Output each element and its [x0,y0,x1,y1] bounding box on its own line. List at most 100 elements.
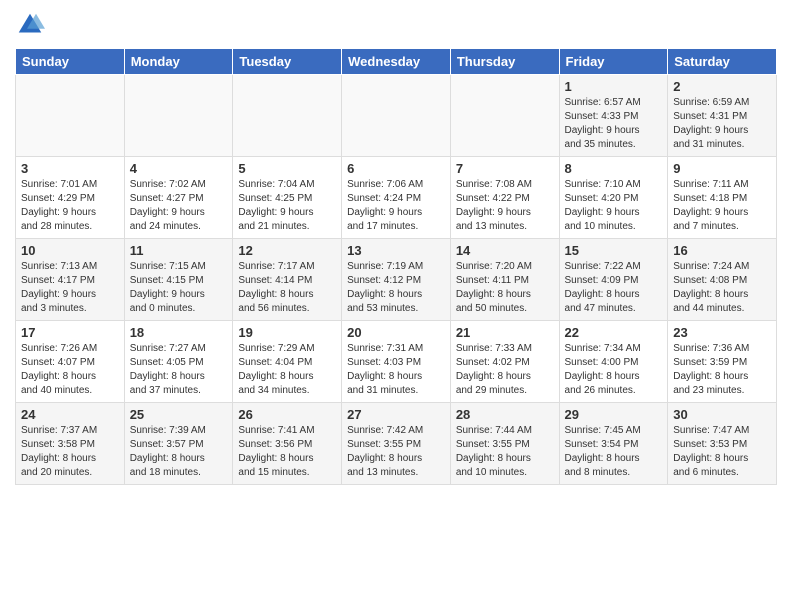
day-info: Sunrise: 7:20 AM Sunset: 4:11 PM Dayligh… [456,260,554,316]
calendar-cell: 16 Sunrise: 7:24 AM Sunset: 4:08 PM Dayli… [668,239,777,321]
day-number: 12 [238,243,336,258]
day-number: 22 [565,325,663,340]
calendar-cell: 18Sunrise: 7:27 AM Sunset: 4:05 PM Dayli… [124,321,233,403]
weekday-header: Thursday [450,49,559,75]
day-info: Sunrise: 7:47 AM Sunset: 3:53 PM Dayligh… [673,424,771,480]
day-number: 14 [456,243,554,258]
calendar-cell: 5 Sunrise: 7:04 AM Sunset: 4:25 PM Daylig… [233,157,342,239]
calendar-week-row: 17Sunrise: 7:26 AM Sunset: 4:07 PM Dayli… [16,321,777,403]
calendar-cell: 9 Sunrise: 7:11 AM Sunset: 4:18 PM Daylig… [668,157,777,239]
day-info: Sunrise: 7:45 AM Sunset: 3:54 PM Dayligh… [565,424,663,480]
calendar-cell: 30 Sunrise: 7:47 AM Sunset: 3:53 PM Dayli… [668,403,777,485]
calendar-cell: 1Sunrise: 6:57 AM Sunset: 4:33 PM Daylig… [559,75,668,157]
calendar-cell: 12Sunrise: 7:17 AM Sunset: 4:14 PM Dayli… [233,239,342,321]
calendar-cell: 6 Sunrise: 7:06 AM Sunset: 4:24 PM Daylig… [342,157,451,239]
calendar-cell: 19 Sunrise: 7:29 AM Sunset: 4:04 PM Dayli… [233,321,342,403]
day-info: Sunrise: 7:13 AM Sunset: 4:17 PM Dayligh… [21,260,119,316]
logo-icon [15,10,45,40]
day-info: Sunrise: 7:33 AM Sunset: 4:02 PM Dayligh… [456,342,554,398]
day-info: Sunrise: 7:02 AM Sunset: 4:27 PM Dayligh… [130,178,228,234]
page-container: SundayMondayTuesdayWednesdayThursdayFrid… [0,0,792,490]
day-info: Sunrise: 7:39 AM Sunset: 3:57 PM Dayligh… [130,424,228,480]
calendar-cell: 8 Sunrise: 7:10 AM Sunset: 4:20 PM Daylig… [559,157,668,239]
day-number: 5 [238,161,336,176]
weekday-header: Friday [559,49,668,75]
day-number: 23 [673,325,771,340]
weekday-header: Sunday [16,49,125,75]
day-number: 8 [565,161,663,176]
day-info: Sunrise: 7:08 AM Sunset: 4:22 PM Dayligh… [456,178,554,234]
day-number: 17 [21,325,119,340]
calendar-week-row: 10Sunrise: 7:13 AM Sunset: 4:17 PM Dayli… [16,239,777,321]
calendar-cell: 14 Sunrise: 7:20 AM Sunset: 4:11 PM Dayli… [450,239,559,321]
weekday-header: Monday [124,49,233,75]
calendar-cell [450,75,559,157]
day-info: Sunrise: 7:36 AM Sunset: 3:59 PM Dayligh… [673,342,771,398]
calendar-week-row: 3 Sunrise: 7:01 AM Sunset: 4:29 PM Daylig… [16,157,777,239]
day-number: 30 [673,407,771,422]
calendar-cell: 4 Sunrise: 7:02 AM Sunset: 4:27 PM Daylig… [124,157,233,239]
calendar-cell: 2 Sunrise: 6:59 AM Sunset: 4:31 PM Daylig… [668,75,777,157]
day-info: Sunrise: 7:15 AM Sunset: 4:15 PM Dayligh… [130,260,228,316]
day-info: Sunrise: 7:10 AM Sunset: 4:20 PM Dayligh… [565,178,663,234]
calendar-cell [233,75,342,157]
day-info: Sunrise: 7:01 AM Sunset: 4:29 PM Dayligh… [21,178,119,234]
calendar-cell: 11 Sunrise: 7:15 AM Sunset: 4:15 PM Dayli… [124,239,233,321]
day-info: Sunrise: 7:11 AM Sunset: 4:18 PM Dayligh… [673,178,771,234]
day-number: 7 [456,161,554,176]
day-number: 9 [673,161,771,176]
day-number: 15 [565,243,663,258]
logo [15,10,49,40]
weekday-header: Saturday [668,49,777,75]
calendar-cell [342,75,451,157]
day-number: 28 [456,407,554,422]
day-info: Sunrise: 7:19 AM Sunset: 4:12 PM Dayligh… [347,260,445,316]
calendar-cell: 25 Sunrise: 7:39 AM Sunset: 3:57 PM Dayli… [124,403,233,485]
calendar-cell [16,75,125,157]
day-number: 20 [347,325,445,340]
day-info: Sunrise: 7:04 AM Sunset: 4:25 PM Dayligh… [238,178,336,234]
day-number: 24 [21,407,119,422]
day-info: Sunrise: 7:31 AM Sunset: 4:03 PM Dayligh… [347,342,445,398]
calendar-week-row: 24Sunrise: 7:37 AM Sunset: 3:58 PM Dayli… [16,403,777,485]
day-number: 29 [565,407,663,422]
calendar-cell: 24Sunrise: 7:37 AM Sunset: 3:58 PM Dayli… [16,403,125,485]
calendar-cell: 29 Sunrise: 7:45 AM Sunset: 3:54 PM Dayli… [559,403,668,485]
calendar-cell: 23 Sunrise: 7:36 AM Sunset: 3:59 PM Dayli… [668,321,777,403]
day-info: Sunrise: 7:27 AM Sunset: 4:05 PM Dayligh… [130,342,228,398]
day-number: 3 [21,161,119,176]
day-info: Sunrise: 7:42 AM Sunset: 3:55 PM Dayligh… [347,424,445,480]
day-number: 11 [130,243,228,258]
day-number: 6 [347,161,445,176]
header [15,10,777,40]
day-number: 21 [456,325,554,340]
calendar-cell: 28 Sunrise: 7:44 AM Sunset: 3:55 PM Dayli… [450,403,559,485]
day-info: Sunrise: 7:22 AM Sunset: 4:09 PM Dayligh… [565,260,663,316]
calendar-cell: 21 Sunrise: 7:33 AM Sunset: 4:02 PM Dayli… [450,321,559,403]
day-info: Sunrise: 7:44 AM Sunset: 3:55 PM Dayligh… [456,424,554,480]
day-number: 25 [130,407,228,422]
calendar-cell: 22Sunrise: 7:34 AM Sunset: 4:00 PM Dayli… [559,321,668,403]
day-info: Sunrise: 7:29 AM Sunset: 4:04 PM Dayligh… [238,342,336,398]
day-number: 16 [673,243,771,258]
calendar-cell: 3 Sunrise: 7:01 AM Sunset: 4:29 PM Daylig… [16,157,125,239]
day-info: Sunrise: 7:06 AM Sunset: 4:24 PM Dayligh… [347,178,445,234]
weekday-header: Tuesday [233,49,342,75]
calendar-cell: 17Sunrise: 7:26 AM Sunset: 4:07 PM Dayli… [16,321,125,403]
calendar-week-row: 1Sunrise: 6:57 AM Sunset: 4:33 PM Daylig… [16,75,777,157]
day-number: 4 [130,161,228,176]
day-info: Sunrise: 7:41 AM Sunset: 3:56 PM Dayligh… [238,424,336,480]
day-number: 19 [238,325,336,340]
day-number: 2 [673,79,771,94]
day-info: Sunrise: 6:59 AM Sunset: 4:31 PM Dayligh… [673,96,771,152]
calendar-cell: 26 Sunrise: 7:41 AM Sunset: 3:56 PM Dayli… [233,403,342,485]
header-row: SundayMondayTuesdayWednesdayThursdayFrid… [16,49,777,75]
weekday-header: Wednesday [342,49,451,75]
day-number: 13 [347,243,445,258]
calendar-cell: 15 Sunrise: 7:22 AM Sunset: 4:09 PM Dayli… [559,239,668,321]
day-info: Sunrise: 7:24 AM Sunset: 4:08 PM Dayligh… [673,260,771,316]
day-number: 26 [238,407,336,422]
calendar-cell [124,75,233,157]
calendar-cell: 10Sunrise: 7:13 AM Sunset: 4:17 PM Dayli… [16,239,125,321]
calendar-cell: 13 Sunrise: 7:19 AM Sunset: 4:12 PM Dayli… [342,239,451,321]
